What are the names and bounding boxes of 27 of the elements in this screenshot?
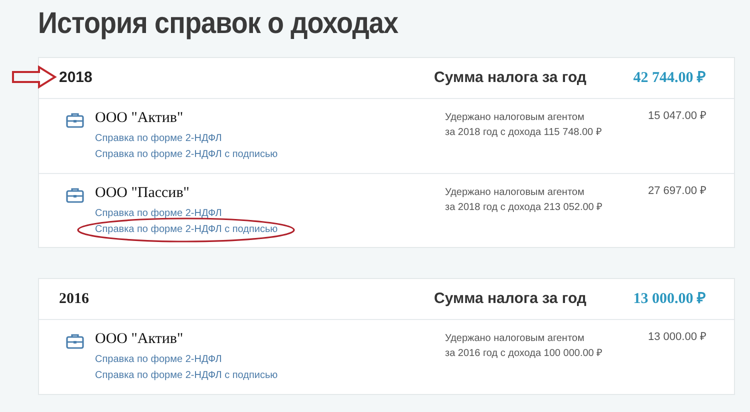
withheld-text: за 2016 год с дохода 100 000.00 ₽	[445, 347, 604, 361]
certificate-link[interactable]: Справка по форме 2-НДФЛ с подписью	[95, 149, 278, 160]
year-heading: 2018	[59, 68, 94, 88]
total-label: Сумма налога за год	[434, 68, 588, 88]
total-label: Сумма налога за год	[434, 288, 588, 309]
withheld-text: Удержано налоговым агентом	[445, 111, 586, 125]
certificate-link[interactable]: Справка по форме 2-НДФЛ	[95, 208, 222, 219]
row-amount: 13 000.00 ₽	[647, 330, 706, 345]
company-name: ООО "Актив"	[95, 330, 184, 349]
briefcase-icon	[66, 187, 84, 203]
row-amount: 15 047.00 ₽	[647, 109, 706, 124]
certificate-link[interactable]: Справка по форме 2-НДФЛ	[95, 354, 222, 365]
withheld-text: за 2018 год с дохода 213 052.00 ₽	[445, 201, 604, 215]
company-name: ООО "Актив"	[95, 109, 184, 128]
total-amount: 42 744.00 ₽	[632, 68, 706, 88]
withheld-text: Удержано налоговым агентом	[445, 332, 586, 346]
row-amount: 27 697.00 ₽	[647, 184, 706, 199]
briefcase-icon	[66, 333, 84, 349]
withheld-text: за 2018 год с дохода 115 748.00 ₽	[445, 126, 603, 140]
page-title: История справок о доходах	[38, 6, 398, 42]
withheld-text: Удержано налоговым агентом	[445, 186, 586, 200]
company-name: ООО "Пассив"	[95, 184, 190, 203]
year-heading: 2016	[59, 290, 90, 309]
certificate-link[interactable]: Справка по форме 2-НДФЛ	[95, 133, 222, 144]
certificate-link[interactable]: Справка по форме 2-НДФЛ с подписью	[95, 370, 278, 381]
total-amount: 13 000.00 ₽	[632, 290, 706, 309]
briefcase-icon	[66, 112, 84, 128]
